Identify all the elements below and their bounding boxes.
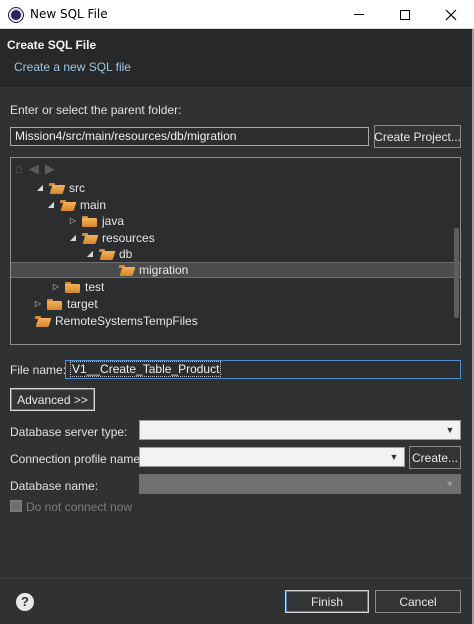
cancel-label: Cancel [399, 594, 437, 609]
file-name-label: File name: [10, 363, 67, 377]
folder-open-icon [35, 315, 50, 327]
tree-item-test[interactable]: ▷ test [11, 279, 460, 295]
chevron-down-icon: ▼ [445, 479, 455, 489]
expanded-twisty-icon[interactable]: ◢ [35, 183, 45, 193]
finish-button[interactable]: Finish [285, 590, 369, 613]
folder-open-icon [49, 182, 64, 194]
window-title: New SQL File [30, 7, 108, 21]
folder-open-icon [60, 199, 75, 211]
connection-profile-label: Connection profile name: [10, 452, 144, 466]
create-project-button[interactable]: Create Project... [374, 125, 461, 148]
tree-item-label: target [67, 297, 98, 311]
tree-item-main[interactable]: ◢ main [11, 197, 460, 213]
window-titlebar: New SQL File [0, 0, 474, 29]
folder-icon [47, 298, 62, 310]
file-name-input[interactable]: V1__Create_Table_Product [65, 360, 461, 379]
wizard-header: Create SQL File Create a new SQL file [0, 29, 474, 86]
folder-icon [65, 281, 80, 293]
chevron-down-icon: ▼ [445, 425, 455, 435]
tree-nav-toolbar: ⌂ ◀ ▶ [15, 161, 55, 177]
connection-profile-select[interactable]: ▼ [139, 447, 405, 467]
do-not-connect-label: Do not connect now [26, 500, 133, 514]
advanced-button[interactable]: Advanced >> [10, 388, 95, 411]
tree-item-target[interactable]: ▷ target [11, 296, 460, 312]
create-project-label: Create Project... [374, 129, 461, 144]
tree-item-db[interactable]: ◢ db [11, 246, 460, 262]
close-icon [445, 9, 457, 20]
create-connection-button[interactable]: Create... [409, 446, 461, 469]
home-icon[interactable]: ⌂ [15, 161, 23, 177]
tree-item-java[interactable]: ▷ java [11, 213, 460, 229]
tree-item-label: test [85, 280, 105, 294]
parent-folder-label: Enter or select the parent folder: [10, 103, 182, 117]
minimize-button[interactable] [336, 0, 382, 29]
tree-item-remotesystemstempfiles[interactable]: RemoteSystemsTempFiles [11, 313, 460, 329]
expanded-twisty-icon[interactable]: ◢ [46, 200, 56, 210]
tree-item-label: RemoteSystemsTempFiles [55, 314, 198, 328]
tree-item-migration[interactable]: migration [11, 262, 460, 278]
folder-open-icon [119, 264, 134, 276]
help-icon[interactable]: ? [16, 593, 34, 611]
wizard-subtitle: Create a new SQL file [14, 60, 131, 74]
maximize-button[interactable] [382, 0, 428, 29]
collapsed-twisty-icon[interactable]: ▷ [68, 216, 78, 226]
close-button[interactable] [428, 0, 474, 29]
db-server-type-label: Database server type: [10, 425, 128, 439]
tree-item-src[interactable]: ◢ src [11, 180, 460, 196]
advanced-label: Advanced >> [17, 392, 88, 407]
tree-scrollbar[interactable] [454, 228, 459, 318]
collapsed-twisty-icon[interactable]: ▷ [33, 299, 43, 309]
wizard-title: Create SQL File [7, 38, 97, 52]
chevron-down-icon: ▼ [389, 452, 399, 462]
back-icon[interactable]: ◀ [29, 161, 39, 177]
create-connection-label: Create... [411, 450, 459, 465]
tree-item-label: java [102, 214, 125, 228]
footer-separator [0, 578, 474, 579]
folder-tree[interactable]: ⌂ ◀ ▶ ◢ src ◢ main ▷ java ◢ resources ◢ … [10, 157, 461, 345]
folder-icon [82, 215, 97, 227]
forward-icon[interactable]: ▶ [45, 161, 55, 177]
tree-item-label: main [80, 198, 107, 212]
file-name-value: V1__Create_Table_Product [70, 361, 222, 377]
collapsed-twisty-icon[interactable]: ▷ [51, 282, 61, 292]
folder-open-icon [99, 248, 114, 260]
tree-item-label: migration [139, 263, 189, 277]
expanded-twisty-icon[interactable]: ◢ [85, 249, 95, 259]
database-name-select: ▼ [139, 474, 461, 494]
parent-folder-input[interactable]: Mission4/src/main/resources/db/migration [10, 127, 369, 146]
tree-item-resources[interactable]: ◢ resources [11, 230, 460, 246]
finish-label: Finish [310, 594, 343, 609]
minimize-icon [354, 14, 364, 15]
eclipse-app-icon [9, 8, 23, 22]
folder-open-icon [82, 232, 97, 244]
tree-item-label: resources [102, 231, 155, 245]
expanded-twisty-icon[interactable]: ◢ [68, 233, 78, 243]
do-not-connect-checkbox [10, 500, 22, 512]
cancel-button[interactable]: Cancel [375, 590, 461, 613]
db-server-type-select[interactable]: ▼ [139, 420, 461, 440]
maximize-icon [400, 9, 410, 20]
tree-item-label: src [69, 181, 85, 195]
tree-item-label: db [119, 247, 133, 261]
database-name-label: Database name: [10, 479, 99, 493]
